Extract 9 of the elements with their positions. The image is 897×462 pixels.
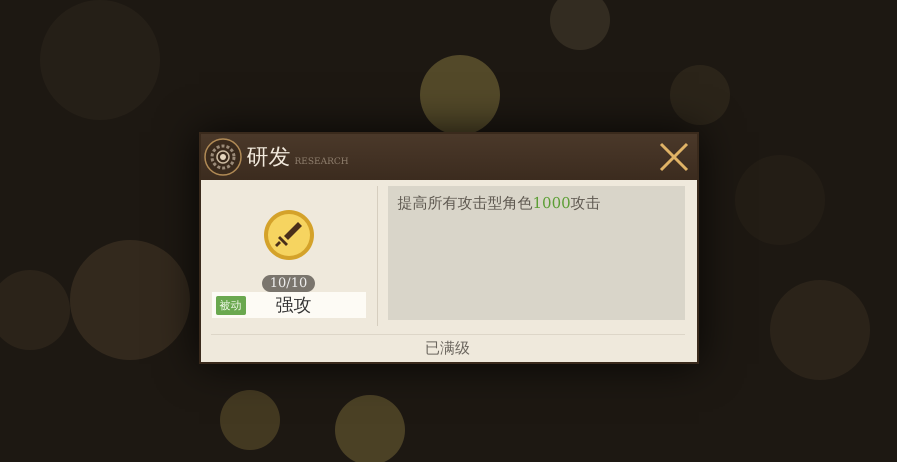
sword-icon [262, 208, 316, 262]
level-counter: 10/10 [262, 275, 316, 292]
description-text: 提高所有攻击型角色1000攻击 [398, 194, 602, 213]
status-text: 已满级 [425, 339, 470, 358]
dialog-title: 研发 [246, 144, 290, 172]
passive-tag: 被动 [216, 296, 246, 314]
skill-name: 强攻 [274, 294, 312, 317]
dialog-subtitle: RESEARCH [294, 157, 350, 167]
gear-icon [202, 137, 242, 177]
